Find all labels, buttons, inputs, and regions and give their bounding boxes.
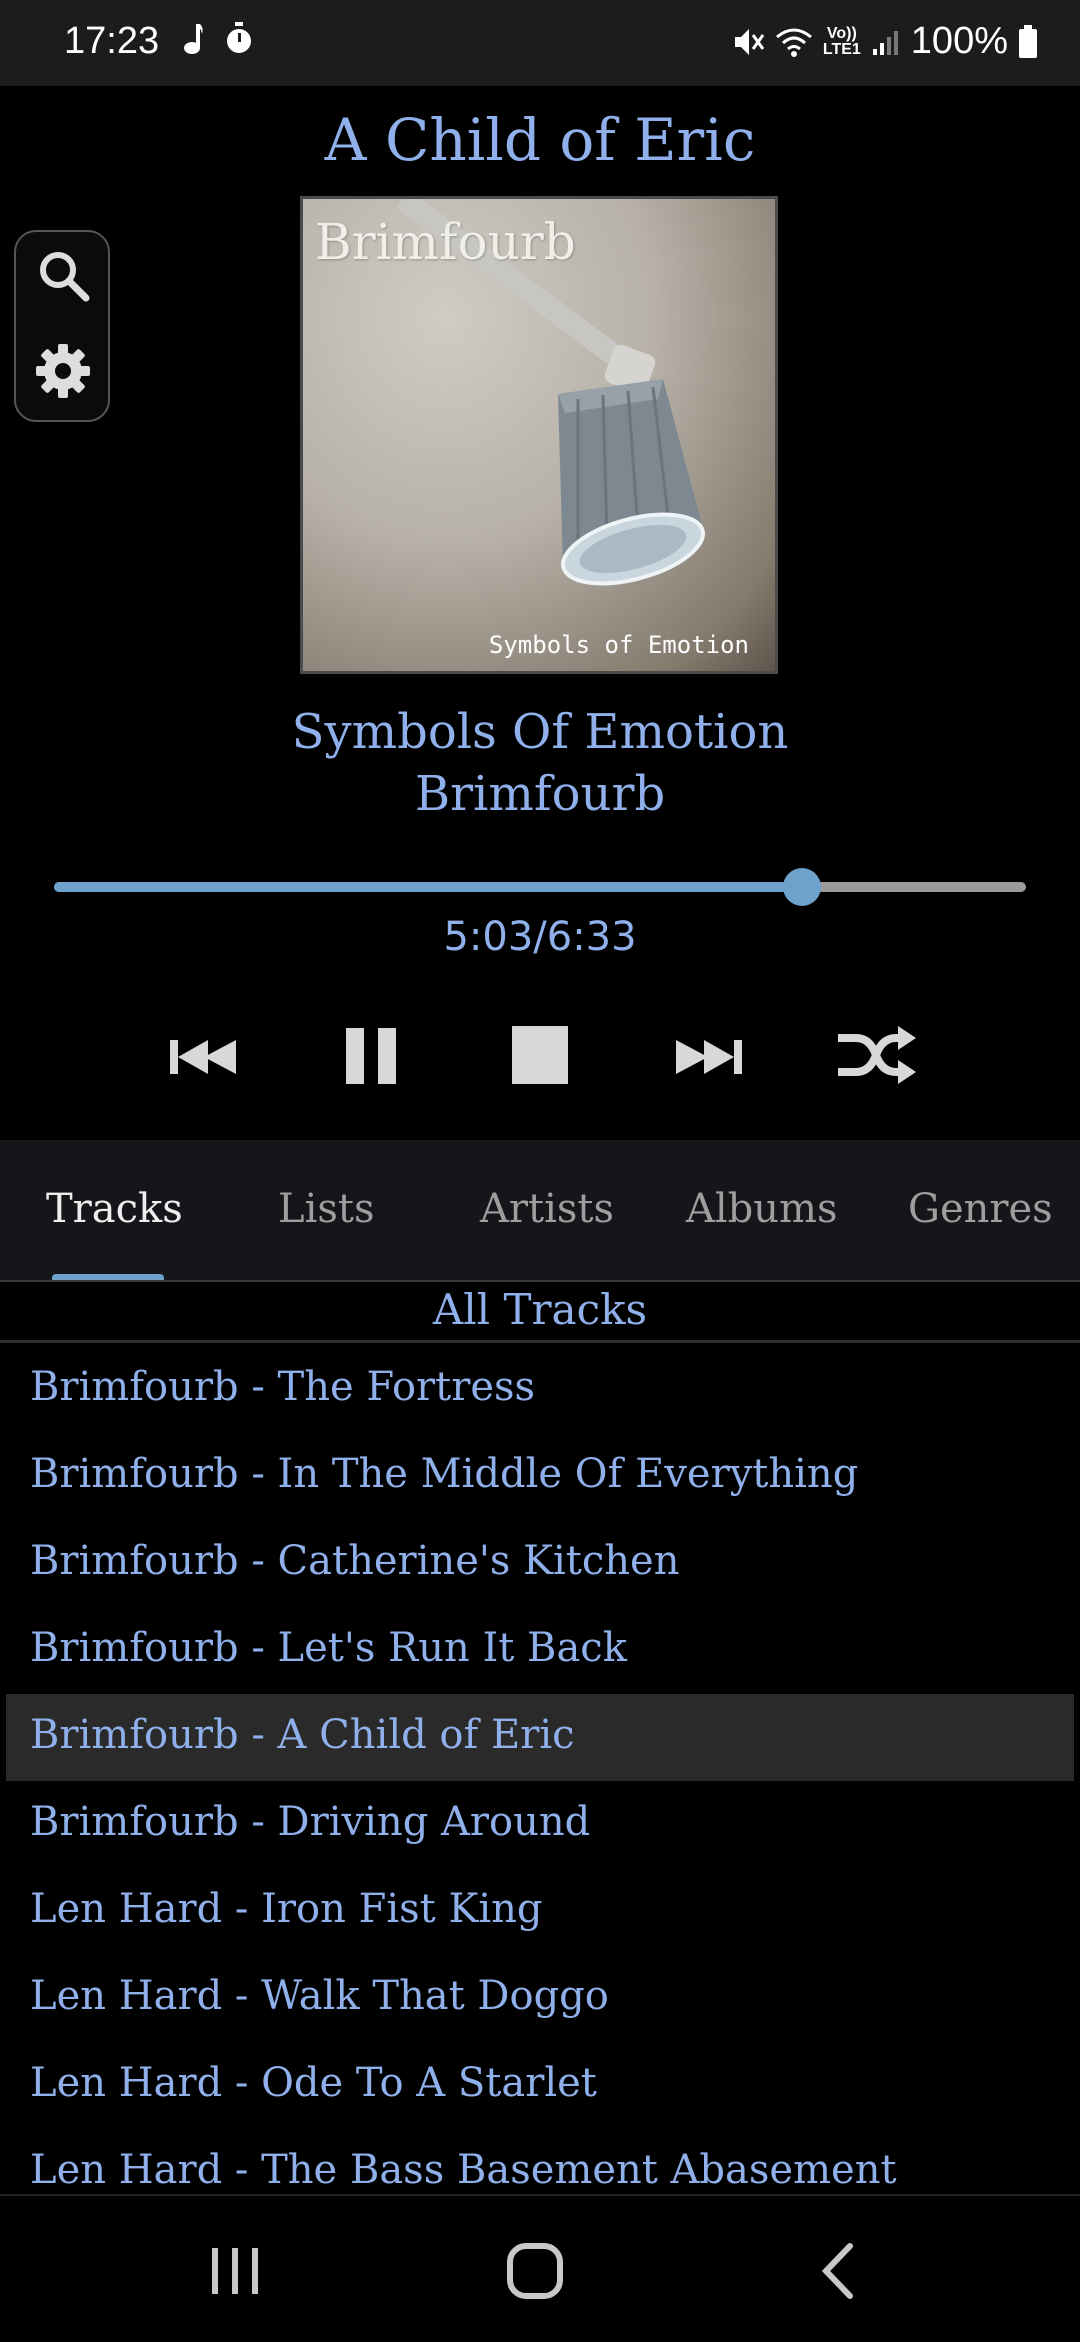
seek-bar[interactable] bbox=[54, 868, 1026, 906]
tab-artists[interactable]: Artists bbox=[480, 1186, 614, 1232]
system-nav-bar bbox=[0, 2194, 1080, 2342]
track-row[interactable]: Len Hard - Ode To A Starlet bbox=[0, 2042, 1080, 2129]
search-icon[interactable] bbox=[36, 248, 90, 302]
status-right-icons: Vo)) LTE1 100% bbox=[731, 20, 1038, 63]
status-bar: 17:23 Vo)) LTE1 100% bbox=[0, 0, 1080, 86]
next-icon[interactable] bbox=[668, 1020, 748, 1090]
battery-icon bbox=[1019, 24, 1037, 58]
library-tab-bar: Tracks Lists Artists Albums Genres bbox=[0, 1140, 1080, 1282]
track-list[interactable]: Brimfourb - The Fortress Brimfourb - In … bbox=[0, 1346, 1080, 2194]
timer-icon bbox=[227, 22, 251, 53]
previous-icon[interactable] bbox=[164, 1020, 244, 1090]
wifi-icon bbox=[775, 28, 812, 57]
stop-icon[interactable] bbox=[500, 1020, 580, 1090]
cover-subtitle-text: Symbols of Emotion bbox=[488, 631, 749, 659]
time-readout: 5:03/6:33 bbox=[443, 914, 637, 960]
tab-tracks[interactable]: Tracks bbox=[46, 1186, 183, 1232]
playback-controls bbox=[0, 1020, 1080, 1090]
track-row[interactable]: Brimfourb - Driving Around bbox=[0, 1781, 1080, 1868]
home-icon[interactable] bbox=[500, 2236, 570, 2306]
battery-percent: 100% bbox=[910, 20, 1008, 62]
side-action-panel bbox=[14, 230, 110, 422]
music-note-icon bbox=[184, 24, 203, 54]
volte-icon: Vo)) LTE1 bbox=[822, 24, 861, 58]
track-row[interactable]: Brimfourb - In The Middle Of Everything bbox=[0, 1433, 1080, 1520]
now-playing-title: A Child of Eric bbox=[324, 106, 756, 174]
signal-icon bbox=[872, 30, 898, 55]
tab-genres[interactable]: Genres bbox=[908, 1186, 1053, 1232]
tab-lists[interactable]: Lists bbox=[278, 1186, 374, 1232]
shuffle-icon[interactable] bbox=[836, 1020, 916, 1090]
track-row[interactable]: Len Hard - The Bass Basement Abasement bbox=[0, 2129, 1080, 2194]
tab-divider bbox=[0, 1280, 1080, 1282]
status-time: 17:23 bbox=[64, 20, 160, 62]
tab-albums[interactable]: Albums bbox=[686, 1186, 838, 1232]
track-row[interactable]: Brimfourb - Let's Run It Back bbox=[0, 1607, 1080, 1694]
status-left-icons bbox=[182, 22, 254, 56]
track-row[interactable]: Len Hard - Iron Fist King bbox=[0, 1868, 1080, 1955]
cover-brand-text: Brimfourb bbox=[315, 213, 576, 271]
gear-icon[interactable] bbox=[36, 344, 90, 398]
list-divider bbox=[0, 1340, 1080, 1343]
seek-bar-thumb[interactable] bbox=[783, 868, 822, 906]
pause-icon[interactable] bbox=[332, 1020, 412, 1090]
album-cover[interactable]: Brimfourb Symbols of Emotion bbox=[300, 196, 778, 674]
album-name: Symbols Of Emotion bbox=[291, 704, 789, 760]
mute-icon bbox=[734, 28, 765, 55]
track-row-selected[interactable]: Brimfourb - A Child of Eric bbox=[6, 1694, 1074, 1781]
recents-icon[interactable] bbox=[200, 2236, 270, 2306]
list-heading: All Tracks bbox=[432, 1285, 648, 1334]
back-icon[interactable] bbox=[804, 2236, 874, 2306]
track-row[interactable]: Brimfourb - Catherine's Kitchen bbox=[0, 1520, 1080, 1607]
artist-name: Brimfourb bbox=[414, 766, 666, 822]
track-row[interactable]: Brimfourb - The Fortress bbox=[0, 1346, 1080, 1433]
seek-bar-fill bbox=[54, 882, 803, 892]
track-row[interactable]: Len Hard - Walk That Doggo bbox=[0, 1955, 1080, 2042]
